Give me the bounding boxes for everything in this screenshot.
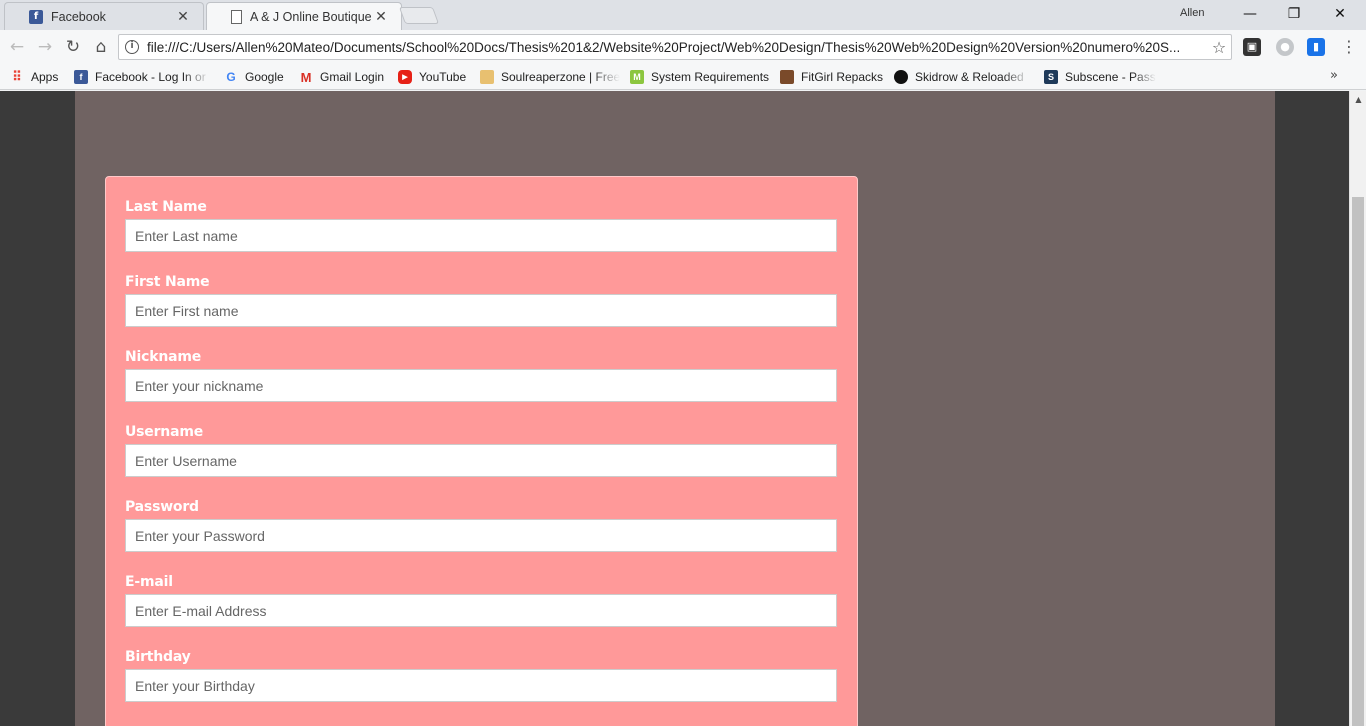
password-input[interactable] xyxy=(125,519,837,552)
google-icon: G xyxy=(226,70,236,84)
tab-title: A & J Online Boutique xyxy=(250,9,372,24)
tab-strip: f Facebook ✕ A & J Online Boutique ✕ All… xyxy=(0,0,1366,30)
window-close-icon[interactable]: ✕ xyxy=(1318,0,1362,28)
username-label: Username xyxy=(125,424,203,440)
profile-name[interactable]: Allen xyxy=(1180,7,1204,19)
back-arrow-icon[interactable]: ← xyxy=(6,36,28,58)
apps-grid-icon: ⠿ xyxy=(12,69,22,84)
gmail-icon: M xyxy=(300,69,312,85)
bookmark-fitgirl[interactable]: FitGirl Repacks xyxy=(780,67,886,87)
nickname-label: Nickname xyxy=(125,349,202,365)
bookmark-apps[interactable]: ⠿ Apps xyxy=(10,67,65,87)
bookmark-soulreaperzone[interactable]: Soulreaperzone | Free xyxy=(480,67,620,87)
tab-title: Facebook xyxy=(51,9,106,24)
nickname-input[interactable] xyxy=(125,369,837,402)
browser-toolbar: ← → ↻ ⌂ i file:///C:/Users/Allen%20Mateo… xyxy=(0,30,1366,63)
nickname-group: Nickname xyxy=(125,347,838,402)
soulreaperzone-icon xyxy=(480,70,494,84)
first-name-group: First Name xyxy=(125,272,838,327)
last-name-group: Last Name xyxy=(125,197,838,252)
tab-facebook[interactable]: f Facebook ✕ xyxy=(4,2,204,30)
restore-icon[interactable]: ❐ xyxy=(1272,0,1316,28)
reload-icon[interactable]: ↻ xyxy=(62,36,84,58)
password-label: Password xyxy=(125,499,199,515)
minimize-icon[interactable]: — xyxy=(1228,0,1272,28)
tab-boutique[interactable]: A & J Online Boutique ✕ xyxy=(206,2,402,30)
vertical-scrollbar[interactable]: ▲ xyxy=(1349,91,1366,726)
close-icon[interactable]: ✕ xyxy=(373,9,389,25)
bookmark-label: YouTube xyxy=(419,70,467,84)
document-icon xyxy=(231,9,242,24)
birthday-group: Birthday xyxy=(125,647,838,702)
last-name-label: Last Name xyxy=(125,199,207,215)
skidrow-icon xyxy=(894,70,908,84)
bookmark-label: System Requirements xyxy=(651,70,770,84)
url-text[interactable]: file:///C:/Users/Allen%20Mateo/Documents… xyxy=(147,40,1207,55)
bookmark-label: Gmail Login xyxy=(320,70,385,84)
username-input[interactable] xyxy=(125,444,837,477)
star-icon[interactable]: ☆ xyxy=(1207,38,1231,57)
birthday-input[interactable] xyxy=(125,669,837,702)
more-bookmarks-icon[interactable]: » xyxy=(1330,68,1338,83)
username-group: Username xyxy=(125,422,838,477)
bookmark-extension-icon[interactable]: ▮ xyxy=(1307,38,1325,56)
bookmark-system-requirements[interactable]: M System Requirements xyxy=(630,67,772,87)
scroll-up-arrow-icon[interactable]: ▲ xyxy=(1350,91,1366,108)
bookmark-label: FitGirl Repacks xyxy=(801,70,884,84)
menu-dots-icon[interactable]: ⋮ xyxy=(1340,36,1358,58)
scrollbar-thumb[interactable] xyxy=(1352,197,1364,726)
forward-arrow-icon[interactable]: → xyxy=(34,36,56,58)
system-requirements-icon: M xyxy=(630,70,644,84)
close-icon[interactable]: ✕ xyxy=(175,9,191,25)
birthday-label: Birthday xyxy=(125,649,191,665)
bookmark-gmail[interactable]: M Gmail Login xyxy=(299,67,391,87)
bookmark-subscene[interactable]: S Subscene - Passionate xyxy=(1044,67,1156,87)
new-tab-button[interactable] xyxy=(398,7,440,24)
registration-form: Last Name First Name Nickname Username P… xyxy=(105,176,858,726)
bookmark-label: Soulreaperzone | Free xyxy=(501,70,620,84)
email-label: E-mail xyxy=(125,574,173,590)
bookmarks-bar: ⠿ Apps f Facebook - Log In or G Google M… xyxy=(0,63,1366,90)
bookmark-label: Apps xyxy=(31,70,59,84)
last-name-input[interactable] xyxy=(125,219,837,252)
bookmark-label: Subscene - Passionate xyxy=(1065,70,1156,84)
bookmark-facebook[interactable]: f Facebook - Log In or xyxy=(74,67,210,87)
content-container: Last Name First Name Nickname Username P… xyxy=(75,91,1275,726)
home-icon[interactable]: ⌂ xyxy=(90,36,112,58)
info-icon[interactable]: i xyxy=(125,40,139,54)
bookmark-youtube[interactable]: ▶ YouTube xyxy=(398,67,472,87)
email-input[interactable] xyxy=(125,594,837,627)
extension-icon[interactable]: ▣ xyxy=(1243,38,1261,56)
email-group: E-mail xyxy=(125,572,838,627)
messenger-icon[interactable]: ● xyxy=(1276,38,1294,56)
first-name-label: First Name xyxy=(125,274,210,290)
first-name-input[interactable] xyxy=(125,294,837,327)
bookmark-label: Skidrow & Reloaded xyxy=(915,70,1024,84)
page-viewport: Last Name First Name Nickname Username P… xyxy=(0,91,1349,726)
facebook-icon: f xyxy=(74,70,88,84)
subscene-icon: S xyxy=(1044,70,1058,84)
bookmark-skidrow[interactable]: Skidrow & Reloaded xyxy=(894,67,1030,87)
fitgirl-icon xyxy=(780,70,794,84)
bookmark-label: Google xyxy=(245,70,284,84)
address-bar[interactable]: i file:///C:/Users/Allen%20Mateo/Documen… xyxy=(118,34,1232,60)
bookmark-label: Facebook - Log In or xyxy=(95,70,206,84)
bookmark-google[interactable]: G Google xyxy=(224,67,290,87)
password-group: Password xyxy=(125,497,838,552)
facebook-icon: f xyxy=(29,9,43,24)
youtube-icon: ▶ xyxy=(398,70,412,84)
